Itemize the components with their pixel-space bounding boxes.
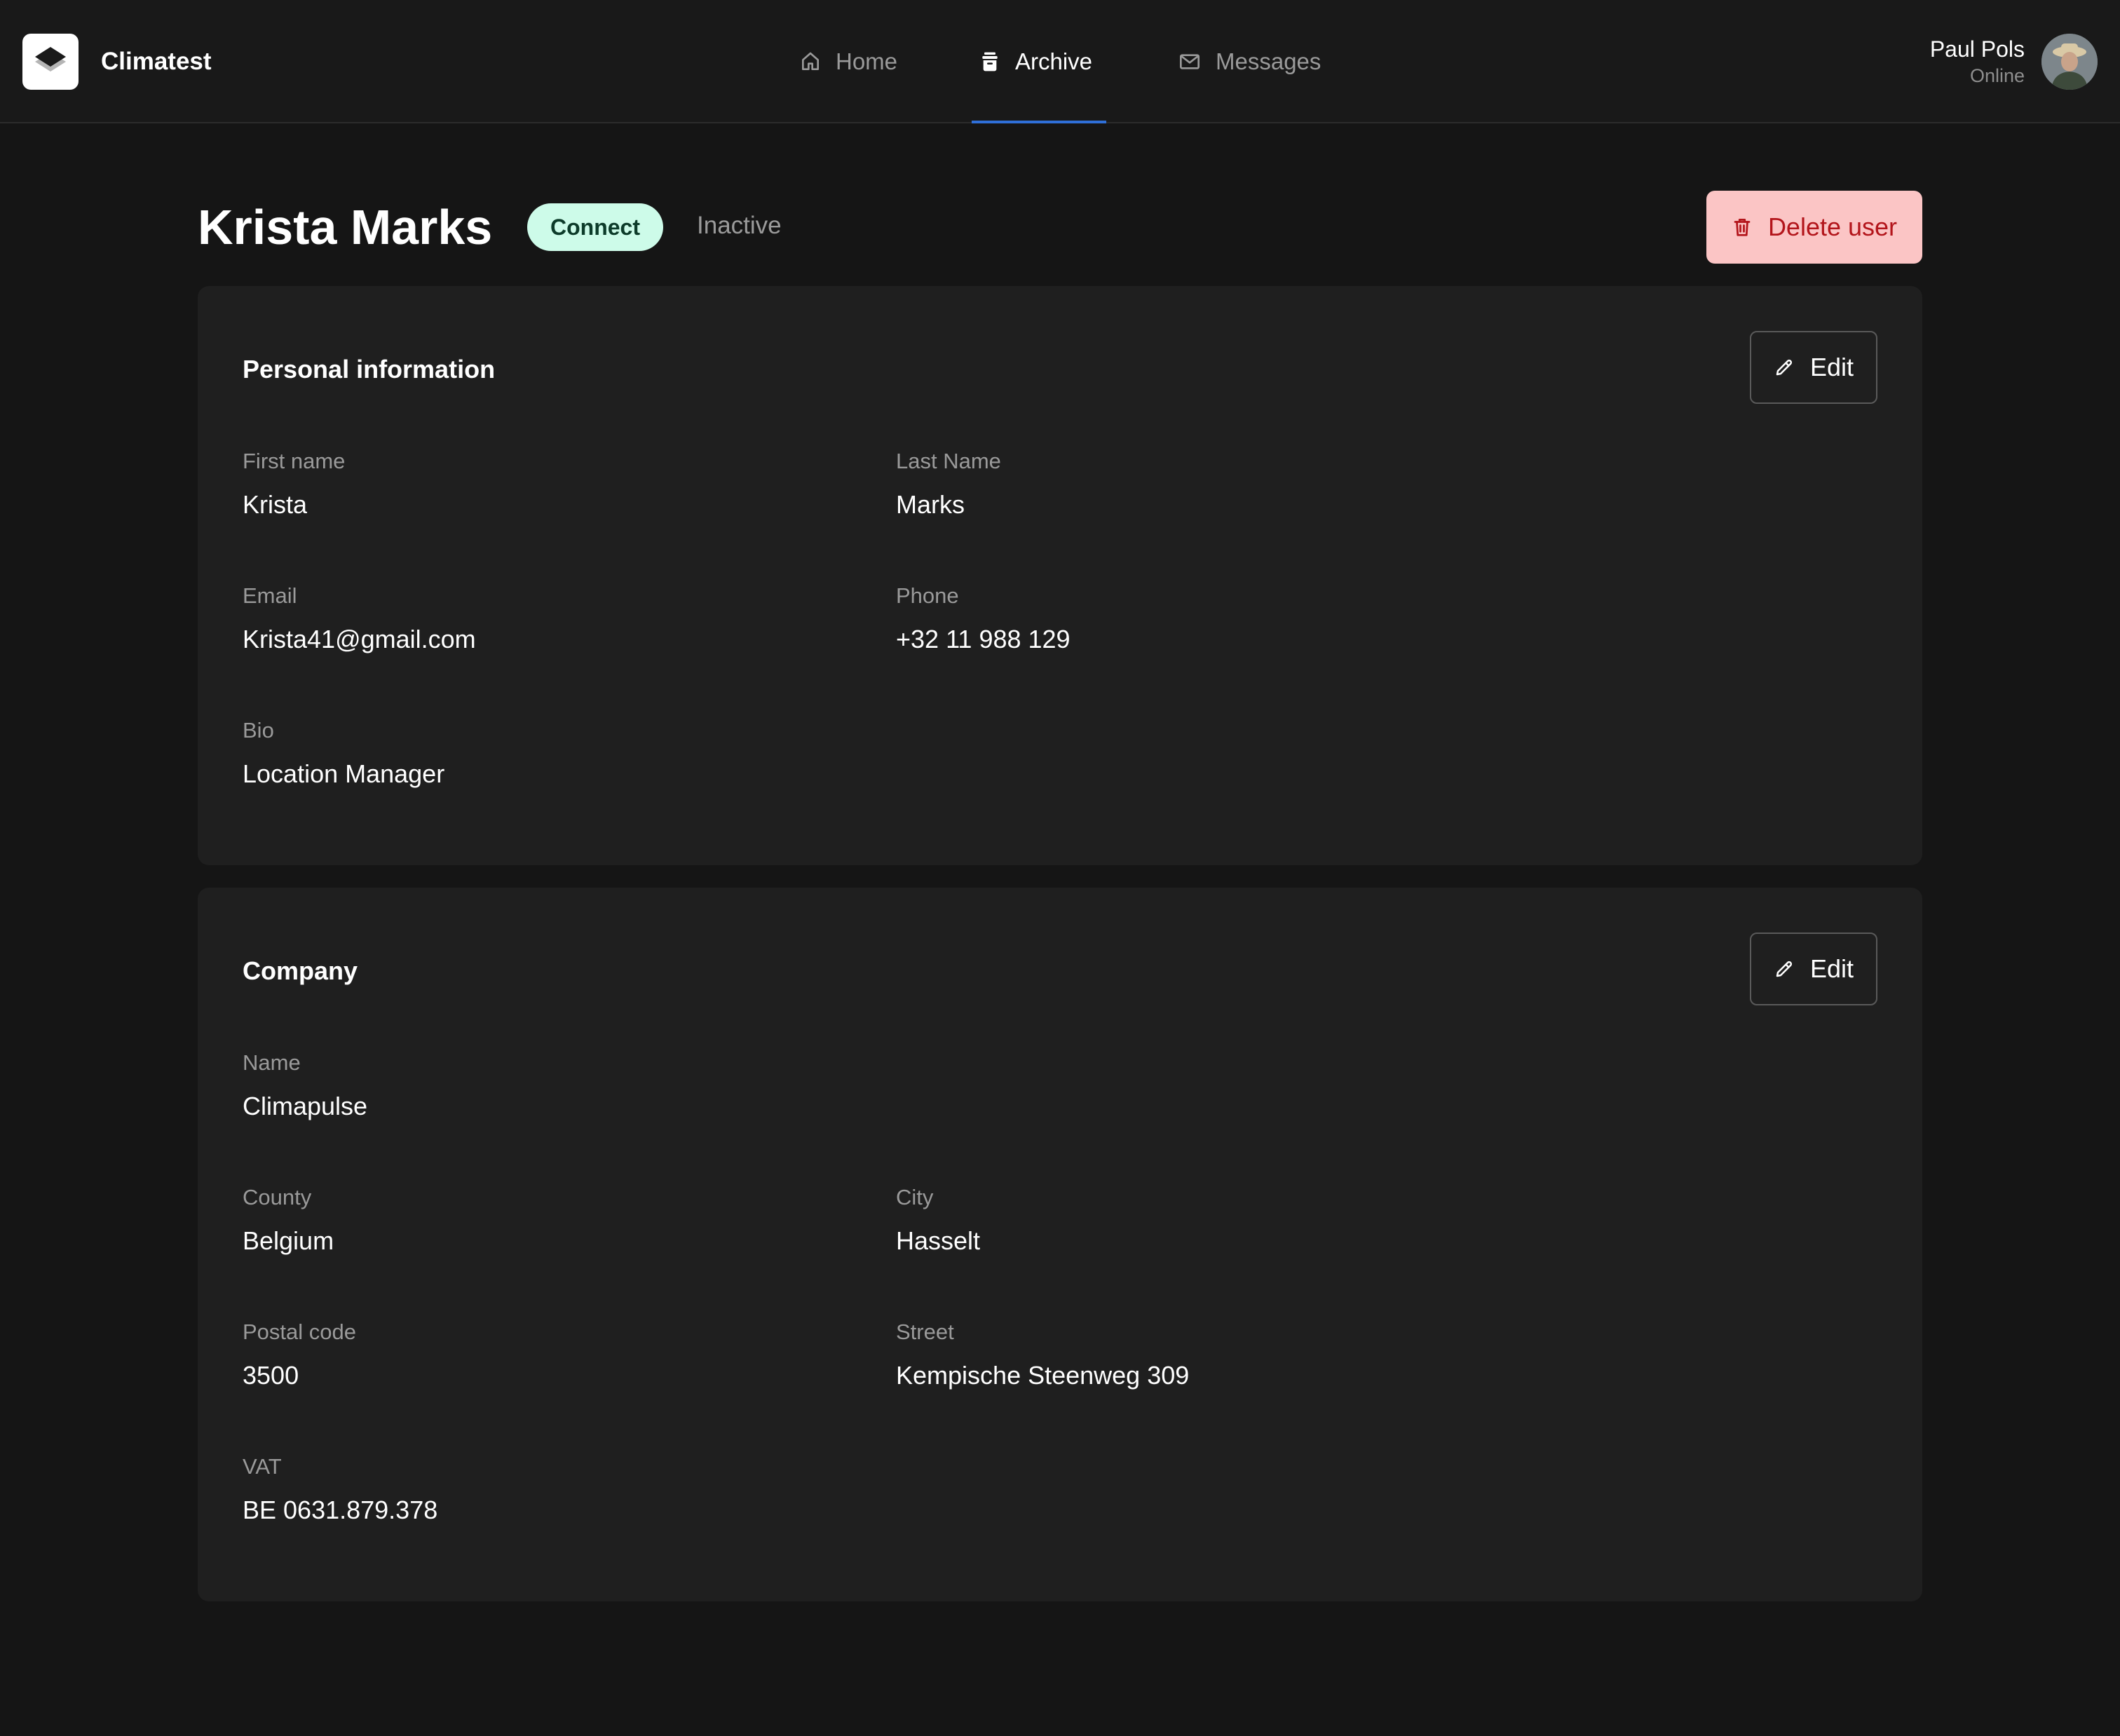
field-value: Kempische Steenweg 309: [896, 1361, 1190, 1390]
tab-messages[interactable]: Messages: [1178, 0, 1321, 123]
field-value: BE 0631.879.378: [243, 1496, 438, 1524]
email-field: Email Krista41@gmail.com: [243, 582, 476, 655]
field-value: Krista: [243, 490, 308, 519]
tab-messages-label: Messages: [1216, 48, 1321, 74]
tab-home[interactable]: Home: [799, 0, 897, 123]
personal-information-card: Personal information Edit First name Kri…: [198, 286, 1922, 865]
vat-field: VAT BE 0631.879.378: [243, 1453, 437, 1526]
top-navbar: Climatest Home Archive Messages Paul Pol…: [0, 0, 2120, 123]
active-tab-indicator: [972, 121, 1106, 123]
connect-badge[interactable]: Connect: [527, 203, 663, 251]
home-icon: [799, 50, 822, 73]
tab-home-label: Home: [836, 48, 898, 74]
archive-icon: [979, 50, 1001, 73]
delete-user-button[interactable]: Delete user: [1706, 191, 1922, 264]
page-title: Krista Marks: [198, 200, 493, 255]
card-title: Company: [243, 956, 358, 985]
field-value: 3500: [243, 1361, 299, 1390]
edit-label: Edit: [1809, 954, 1854, 983]
county-field: County Belgium: [243, 1184, 334, 1256]
field-value: Krista41@gmail.com: [243, 625, 476, 653]
edit-personal-button[interactable]: Edit: [1750, 331, 1877, 404]
tab-archive-label: Archive: [1015, 48, 1093, 74]
mail-icon: [1178, 50, 1202, 73]
brand[interactable]: Climatest: [22, 34, 212, 90]
status-text: Inactive: [697, 212, 782, 239]
pencil-icon: [1774, 958, 1795, 979]
field-value: Hasselt: [896, 1226, 981, 1255]
logo-icon: [22, 34, 79, 90]
postal-code-field: Postal code 3500: [243, 1318, 356, 1391]
field-label: Postal code: [243, 1320, 356, 1344]
field-value: Belgium: [243, 1226, 334, 1255]
app-name: Climatest: [101, 48, 212, 75]
pencil-icon: [1774, 357, 1795, 378]
field-value: Climapulse: [243, 1092, 368, 1120]
field-label: Street: [896, 1320, 954, 1344]
field-label: First name: [243, 449, 346, 473]
field-value: Location Manager: [243, 759, 445, 788]
field-label: Bio: [243, 718, 274, 742]
user-status: Online: [1969, 65, 2025, 86]
user-name: Paul Pols: [1929, 36, 2025, 62]
edit-company-button[interactable]: Edit: [1750, 933, 1877, 1005]
phone-field: Phone +32 11 988 129: [896, 582, 1071, 655]
field-value: Marks: [896, 490, 965, 519]
first-name-field: First name Krista: [243, 447, 345, 520]
street-field: Street Kempische Steenweg 309: [896, 1318, 1189, 1391]
field-label: Phone: [896, 583, 959, 608]
field-label: City: [896, 1185, 934, 1209]
field-label: Email: [243, 583, 297, 608]
trash-icon: [1732, 216, 1753, 238]
user-menu[interactable]: Paul Pols Online: [1930, 35, 2025, 88]
field-label: Name: [243, 1050, 301, 1075]
field-label: VAT: [243, 1454, 282, 1479]
last-name-field: Last Name Marks: [896, 447, 1001, 520]
avatar[interactable]: [2041, 34, 2098, 90]
tab-archive[interactable]: Archive: [979, 0, 1092, 123]
company-card: Company Edit Name Climapulse County Belg…: [198, 888, 1922, 1601]
delete-user-label: Delete user: [1767, 212, 1898, 241]
field-label: County: [243, 1185, 312, 1209]
card-title: Personal information: [243, 355, 496, 384]
company-name-field: Name Climapulse: [243, 1049, 367, 1122]
city-field: City Hasselt: [896, 1184, 980, 1256]
field-label: Last Name: [896, 449, 1001, 473]
edit-label: Edit: [1809, 353, 1854, 381]
field-value: +32 11 988 129: [896, 625, 1071, 653]
bio-field: Bio Location Manager: [243, 717, 444, 789]
